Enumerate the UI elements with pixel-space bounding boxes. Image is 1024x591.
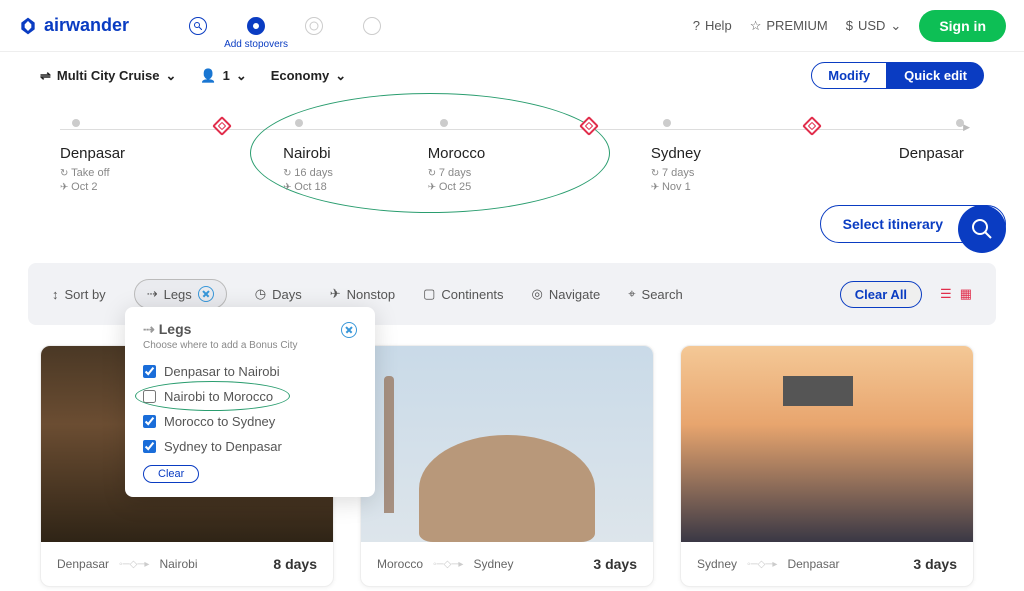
globe-icon [309, 21, 319, 31]
currency-selector[interactable]: $USD⌄ [846, 18, 902, 34]
step-3[interactable] [305, 17, 323, 35]
nonstop-filter[interactable]: ✈Nonstop [330, 286, 395, 302]
stop-denpasar-1[interactable]: DenpasarTake offOct 2 [60, 119, 150, 193]
popup-title: Legs [159, 321, 192, 337]
add-stopover-slot-3[interactable] [795, 119, 819, 193]
logo-icon [18, 16, 38, 36]
logo[interactable]: airwander [18, 15, 129, 36]
stop-nairobi[interactable]: Nairobi16 daysOct 18 [283, 119, 373, 193]
premium-link[interactable]: ☆PREMIUM [750, 18, 828, 34]
result-card-3[interactable]: Sydney◦─◇─▸Denpasar3 days [680, 345, 974, 587]
timeline-stops: DenpasarTake offOct 2 Nairobi16 daysOct … [60, 119, 964, 193]
card-image [681, 346, 973, 542]
stop-sydney[interactable]: Sydney7 daysNov 1 [651, 119, 741, 193]
passenger-selector[interactable]: 👤1⌄ [200, 68, 246, 84]
popup-clear-button[interactable]: Clear [143, 465, 199, 483]
list-view-icon[interactable]: ☰ [940, 286, 952, 302]
stopover-icon [251, 21, 261, 31]
brand-name: airwander [44, 15, 129, 36]
continents-filter[interactable]: ▢Continents [423, 286, 503, 302]
pin-icon: ⌖ [628, 286, 635, 302]
legs-icon: ⇢ [147, 286, 158, 302]
search-icon [971, 218, 993, 240]
search-icon [194, 22, 202, 30]
quick-edit-button[interactable]: Quick edit [887, 62, 984, 89]
step-4[interactable] [363, 17, 381, 35]
route-arrow-icon: ◦─◇─▸ [119, 559, 149, 570]
step-1[interactable] [189, 17, 207, 35]
legs-popup: ⇢Legs Choose where to add a Bonus City D… [125, 307, 375, 497]
card-image [361, 346, 653, 542]
days-filter[interactable]: ◷Days [255, 286, 302, 302]
signin-button[interactable]: Sign in [919, 10, 1006, 42]
close-icon[interactable] [341, 322, 357, 338]
add-stopover-slot-2[interactable] [572, 119, 596, 193]
close-icon[interactable] [198, 286, 214, 302]
modify-button[interactable]: Modify [811, 62, 887, 89]
search-options-row: ⇌Multi City Cruise⌄ 👤1⌄ Economy⌄ Modify … [0, 52, 1024, 99]
chevron-down-icon: ⌄ [890, 18, 901, 34]
help-link[interactable]: ?Help [693, 18, 732, 33]
help-icon: ? [693, 18, 700, 33]
chevron-down-icon: ⌄ [165, 68, 176, 84]
leg-checkbox-3[interactable]: Morocco to Sydney [143, 409, 357, 434]
leg-checkbox-4[interactable]: Sydney to Denpasar [143, 434, 357, 459]
cabin-selector[interactable]: Economy⌄ [271, 68, 346, 84]
route-icon: ⇌ [40, 68, 51, 84]
grid-view-icon[interactable]: ▦ [960, 286, 972, 302]
star-icon: ☆ [750, 18, 762, 34]
compass-icon: ◎ [532, 286, 543, 302]
chevron-down-icon: ⌄ [236, 68, 247, 84]
leg-checkbox-1[interactable]: Denpasar to Nairobi [143, 359, 357, 384]
navigate-filter[interactable]: ◎Navigate [532, 286, 601, 302]
sort-icon: ↕ [52, 287, 59, 302]
search-filter[interactable]: ⌖Search [628, 286, 683, 302]
chevron-down-icon: ⌄ [335, 68, 346, 84]
currency-icon: $ [846, 18, 853, 33]
clock-icon: ◷ [255, 286, 266, 302]
itinerary-timeline: DenpasarTake offOct 2 Nairobi16 daysOct … [0, 99, 1024, 205]
result-card-2[interactable]: Morocco◦─◇─▸Sydney3 days [360, 345, 654, 587]
filter-bar: ↕Sort by ⇢Legs ◷Days ✈Nonstop ▢Continent… [28, 263, 996, 325]
route-arrow-icon: ◦─◇─▸ [747, 559, 777, 570]
app-header: airwander Add stopovers ?Help ☆PREMIUM $… [0, 0, 1024, 52]
person-icon: 👤 [200, 68, 216, 84]
route-arrow-icon: ◦─◇─▸ [433, 559, 463, 570]
legs-filter[interactable]: ⇢Legs [134, 279, 227, 309]
trip-type-selector[interactable]: ⇌Multi City Cruise⌄ [40, 68, 176, 84]
step-label: Add stopovers [224, 39, 288, 50]
legs-icon: ⇢ [143, 321, 155, 337]
add-stopover-slot-1[interactable] [205, 119, 229, 193]
plane-icon: ✈ [330, 286, 341, 302]
step-2-add-stopovers[interactable]: Add stopovers [247, 17, 265, 35]
leg-checkbox-2[interactable]: Nairobi to Morocco [143, 384, 357, 409]
popup-subtitle: Choose where to add a Bonus City [143, 340, 357, 351]
progress-steps: Add stopovers [189, 17, 381, 35]
map-icon: ▢ [423, 286, 435, 302]
clear-all-button[interactable]: Clear All [840, 281, 922, 308]
stop-morocco[interactable]: Morocco7 daysOct 25 [428, 119, 518, 193]
search-fab[interactable] [958, 205, 1006, 253]
stop-denpasar-2[interactable]: Denpasar [874, 119, 964, 193]
sort-filter[interactable]: ↕Sort by [52, 287, 106, 302]
